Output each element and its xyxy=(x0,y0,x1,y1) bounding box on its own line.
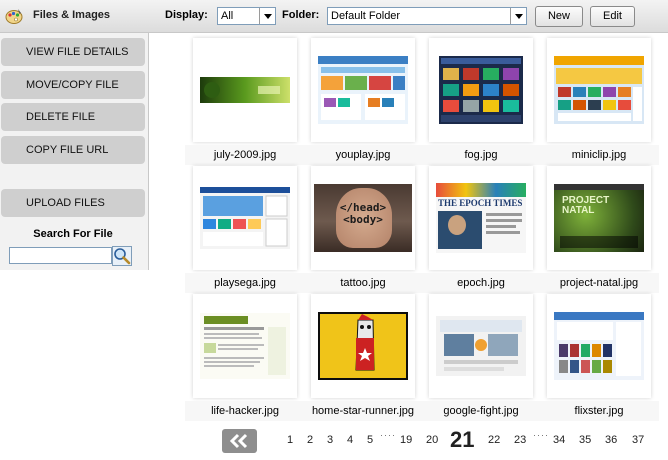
file-card[interactable]: PROJECT NATAL project-natal.jpg xyxy=(539,166,659,304)
upload-files-button[interactable]: UPLOAD FILES xyxy=(1,189,145,217)
page-link[interactable]: 36 xyxy=(605,434,617,446)
file-thumbnail[interactable] xyxy=(193,166,297,270)
file-name: july-2009.jpg xyxy=(185,145,305,165)
file-name: life-hacker.jpg xyxy=(185,401,305,421)
july-2009-thumbnail-image xyxy=(200,77,290,103)
search-label: Search For File xyxy=(33,228,113,240)
palette-icon xyxy=(5,9,23,24)
thumbnail-caption: THE EPOCH TIMES xyxy=(438,198,523,208)
folder-select[interactable]: Default Folder xyxy=(327,7,527,25)
display-label: Display: xyxy=(165,9,208,21)
copy-file-url-button[interactable]: COPY FILE URL xyxy=(1,136,145,164)
file-name: youplay.jpg xyxy=(303,145,423,165)
file-card[interactable]: fog.jpg xyxy=(421,38,541,176)
toolbar: Files & Images Display: All Folder: Defa… xyxy=(0,0,668,33)
page-link[interactable]: 1 xyxy=(287,434,293,446)
page-link[interactable]: 20 xyxy=(426,434,438,446)
file-thumbnail[interactable] xyxy=(311,294,415,398)
page-link[interactable]: 5 xyxy=(367,434,373,446)
page-link[interactable]: 3 xyxy=(327,434,333,446)
epoch-thumbnail-image: THE EPOCH TIMES xyxy=(436,183,526,253)
tattoo-thumbnail-image: </head> <body> xyxy=(314,184,412,252)
double-chevron-left-icon xyxy=(229,433,248,449)
file-name: home-star-runner.jpg xyxy=(303,401,423,421)
life-hacker-thumbnail-image xyxy=(200,313,290,379)
chevron-down-icon[interactable] xyxy=(510,8,526,24)
fog-thumbnail-image xyxy=(439,56,523,124)
page-link[interactable]: 37 xyxy=(632,434,644,446)
flixster-thumbnail-image xyxy=(554,312,644,380)
file-name: miniclip.jpg xyxy=(539,145,659,165)
file-name: fog.jpg xyxy=(421,145,541,165)
previous-page-button[interactable] xyxy=(222,429,257,453)
playsega-thumbnail-image xyxy=(200,187,290,249)
file-card[interactable]: miniclip.jpg xyxy=(539,38,659,176)
file-card[interactable]: </head> <body> tattoo.jpg xyxy=(303,166,423,304)
current-page: 21 xyxy=(450,427,475,452)
display-select[interactable]: All xyxy=(217,7,276,25)
file-name: tattoo.jpg xyxy=(303,273,423,293)
page-link[interactable]: 2 xyxy=(307,434,313,446)
miniclip-thumbnail-image xyxy=(554,56,644,124)
file-thumbnail[interactable] xyxy=(547,38,651,142)
file-thumbnail[interactable] xyxy=(311,38,415,142)
page-link[interactable]: 23 xyxy=(514,434,526,446)
folder-select-value: Default Folder xyxy=(331,10,401,22)
page-link[interactable]: 19 xyxy=(400,434,412,446)
folder-label: Folder: xyxy=(282,9,320,21)
file-card[interactable]: playsega.jpg xyxy=(185,166,305,304)
page-link[interactable]: 34 xyxy=(553,434,565,446)
home-star-runner-thumbnail-image xyxy=(318,312,408,380)
file-thumbnail[interactable] xyxy=(193,294,297,398)
file-card[interactable]: THE EPOCH TIMES epoch.jpg xyxy=(421,166,541,304)
file-name: google-fight.jpg xyxy=(421,401,541,421)
thumbnail-caption: </head> <body> xyxy=(339,201,387,226)
file-thumbnail[interactable] xyxy=(429,38,533,142)
file-thumbnail[interactable] xyxy=(547,294,651,398)
page-link[interactable]: 4 xyxy=(347,434,353,446)
google-fight-thumbnail-image xyxy=(436,316,526,376)
file-name: flixster.jpg xyxy=(539,401,659,421)
file-card[interactable]: google-fight.jpg xyxy=(421,294,541,432)
delete-file-button[interactable]: DELETE FILE xyxy=(1,103,145,131)
magnifier-icon[interactable] xyxy=(112,246,132,266)
page-ellipsis: ···· xyxy=(533,430,549,440)
page-link[interactable]: 22 xyxy=(488,434,500,446)
file-card[interactable]: july-2009.jpg xyxy=(185,38,305,176)
file-card[interactable]: life-hacker.jpg xyxy=(185,294,305,432)
file-card[interactable]: youplay.jpg xyxy=(303,38,423,176)
page-ellipsis: ···· xyxy=(380,430,396,440)
file-name: playsega.jpg xyxy=(185,273,305,293)
project-natal-thumbnail-image: PROJECT NATAL xyxy=(554,184,644,252)
thumbnail-caption: PROJECT NATAL xyxy=(562,195,610,216)
file-thumbnail[interactable]: THE EPOCH TIMES xyxy=(429,166,533,270)
file-thumbnail[interactable] xyxy=(193,38,297,142)
sidebar: VIEW FILE DETAILS MOVE/COPY FILE DELETE … xyxy=(0,33,149,270)
file-thumbnail[interactable]: PROJECT NATAL xyxy=(547,166,651,270)
search-input[interactable] xyxy=(9,247,112,264)
file-thumbnail[interactable] xyxy=(429,294,533,398)
chevron-down-icon[interactable] xyxy=(259,8,275,24)
file-card[interactable]: flixster.jpg xyxy=(539,294,659,432)
file-name: epoch.jpg xyxy=(421,273,541,293)
file-name: project-natal.jpg xyxy=(539,273,659,293)
page-link[interactable]: 35 xyxy=(579,434,591,446)
edit-button[interactable]: Edit xyxy=(590,6,635,27)
new-button[interactable]: New xyxy=(535,6,583,27)
file-thumbnail[interactable]: </head> <body> xyxy=(311,166,415,270)
file-card[interactable]: home-star-runner.jpg xyxy=(303,294,423,432)
move-copy-file-button[interactable]: MOVE/COPY FILE xyxy=(1,71,145,99)
display-select-value: All xyxy=(221,10,234,22)
view-file-details-button[interactable]: VIEW FILE DETAILS xyxy=(1,38,145,66)
app-title: Files & Images xyxy=(33,9,111,21)
youplay-thumbnail-image xyxy=(318,56,408,124)
